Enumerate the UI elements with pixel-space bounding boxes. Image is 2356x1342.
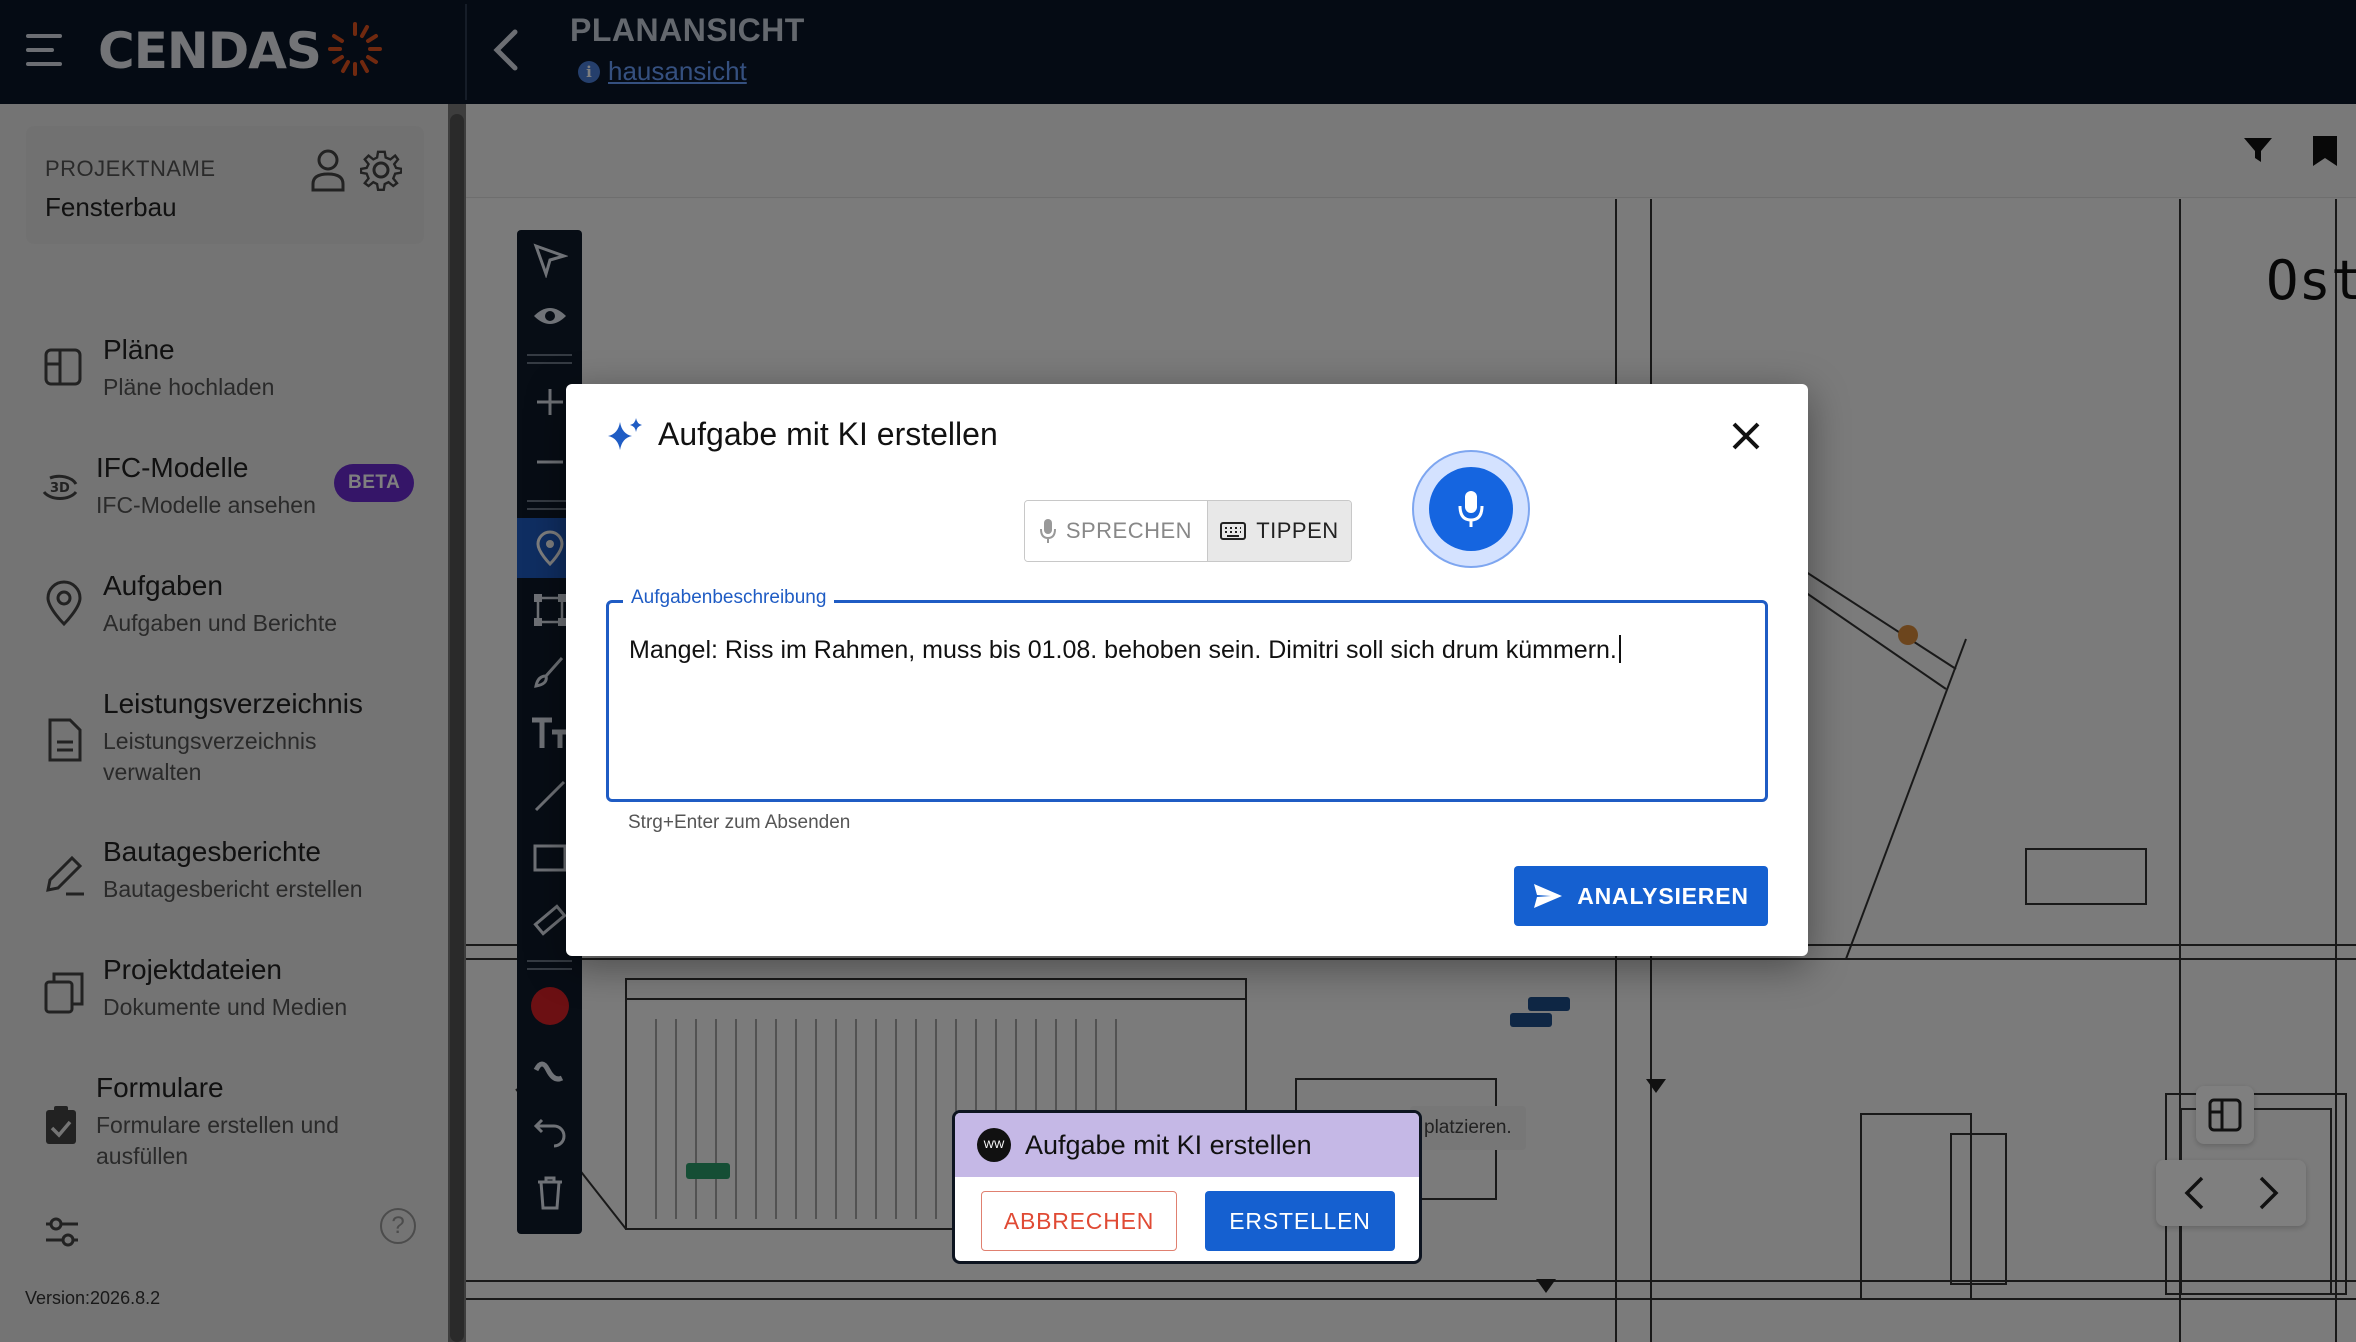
cancel-button[interactable]: ABBRECHEN (981, 1191, 1177, 1251)
ai-task-mini-dialog: WW Aufgabe mit KI erstellen ABBRECHEN ER… (952, 1110, 1422, 1264)
voice-record-button[interactable] (1429, 467, 1513, 551)
text-caret (1618, 635, 1621, 663)
analyze-label: ANALYSIEREN (1577, 882, 1749, 909)
create-button[interactable]: ERSTELLEN (1205, 1191, 1395, 1251)
sparkle-icon (608, 418, 642, 450)
task-description-label: Aufgabenbeschreibung (623, 587, 835, 609)
voice-record-ring (1412, 450, 1530, 568)
analyze-button[interactable]: ANALYSIEREN (1514, 866, 1768, 926)
task-description-field[interactable]: Aufgabenbeschreibung Mangel: Riss im Rah… (606, 587, 1768, 802)
microphone-icon (1039, 519, 1056, 543)
send-icon (1534, 884, 1563, 908)
mode-type-label: TIPPEN (1256, 518, 1339, 543)
keyboard-icon (1220, 522, 1247, 540)
mode-speak-label: SPRECHEN (1065, 518, 1193, 543)
close-icon[interactable] (1726, 416, 1766, 456)
submit-hint: Strg+Enter zum Absenden (628, 812, 851, 833)
ai-task-modal: Aufgabe mit KI erstellen SPRECHEN TIPPEN… (566, 384, 1808, 956)
task-description-input[interactable]: Mangel: Riss im Rahmen, muss bis 01.08. … (629, 635, 1621, 665)
mode-type-button[interactable]: TIPPEN (1207, 501, 1351, 561)
modal-title: Aufgabe mit KI erstellen (658, 416, 998, 452)
microphone-icon (1458, 491, 1484, 527)
mini-dialog-header: WW Aufgabe mit KI erstellen (955, 1113, 1419, 1177)
mini-dialog-title: Aufgabe mit KI erstellen (1025, 1129, 1312, 1160)
task-description-value: Mangel: Riss im Rahmen, muss bis 01.08. … (629, 636, 1617, 664)
avatar: WW (977, 1128, 1011, 1162)
input-mode-toggle: SPRECHEN TIPPEN (1024, 500, 1352, 562)
mode-speak-button[interactable]: SPRECHEN (1025, 501, 1208, 561)
